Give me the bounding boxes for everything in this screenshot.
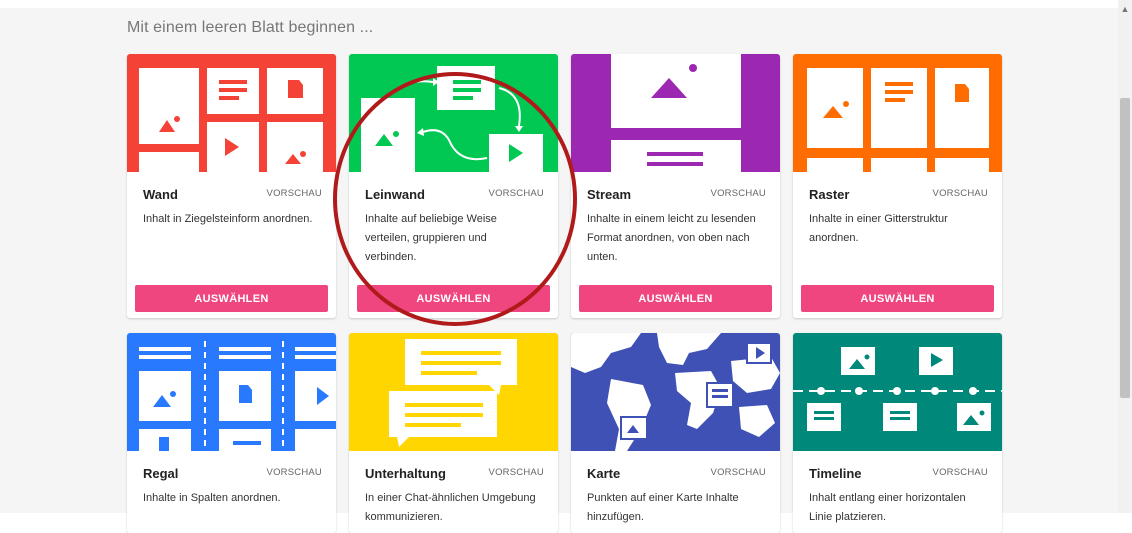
card-stream[interactable]: Stream VORSCHAU Inhalte in einem leicht … — [571, 54, 780, 318]
select-button-raster[interactable]: AUSWÄHLEN — [801, 285, 994, 312]
card-title: Unterhaltung — [365, 466, 446, 481]
card-description: Inhalt in Ziegelsteinform anordnen. — [143, 213, 313, 225]
card-title: Wand — [143, 187, 178, 202]
preview-link[interactable]: VORSCHAU — [267, 188, 322, 199]
card-regal[interactable]: Regal VORSCHAU Inhalte in Spalten anordn… — [127, 333, 336, 533]
map-layout-icon — [571, 333, 780, 451]
scrollbar-thumb[interactable] — [1120, 98, 1130, 398]
chat-layout-icon — [349, 333, 558, 451]
card-unterhaltung[interactable]: Unterhaltung VORSCHAU In einer Chat-ähnl… — [349, 333, 558, 533]
card-description: Inhalte in einem leicht zu lesenden Form… — [587, 213, 756, 263]
card-karte[interactable]: Karte VORSCHAU Punkten auf einer Karte I… — [571, 333, 780, 533]
card-raster[interactable]: Raster VORSCHAU Inhalte in einer Gitters… — [793, 54, 1002, 318]
card-title: Raster — [809, 187, 850, 202]
card-description: Punkten auf einer Karte Inhalte hinzufüg… — [587, 492, 739, 523]
section-heading: Mit einem leeren Blatt beginnen ... — [127, 19, 374, 36]
card-description: In einer Chat-ähnlichen Umgebung kommuni… — [365, 492, 536, 523]
preview-link[interactable]: VORSCHAU — [711, 188, 766, 199]
card-description: Inhalte in einer Gitterstruktur anordnen… — [809, 213, 948, 244]
preview-link[interactable]: VORSCHAU — [489, 467, 544, 478]
card-description: Inhalte auf beliebige Weise verteilen, g… — [365, 213, 497, 263]
scroll-up-arrow-icon[interactable]: ▲ — [1118, 4, 1132, 14]
select-button-stream[interactable]: AUSWÄHLEN — [579, 285, 772, 312]
scrollbar[interactable]: ▲ — [1118, 0, 1132, 513]
preview-link[interactable]: VORSCHAU — [489, 188, 544, 199]
preview-link[interactable]: VORSCHAU — [267, 467, 322, 478]
canvas-layout-icon — [349, 54, 558, 172]
preview-link[interactable]: VORSCHAU — [711, 467, 766, 478]
card-title: Karte — [587, 466, 621, 481]
stream-layout-icon — [571, 54, 780, 172]
card-title: Timeline — [809, 466, 862, 481]
top-strip — [0, 0, 1118, 8]
select-button-wand[interactable]: AUSWÄHLEN — [135, 285, 328, 312]
card-timeline[interactable]: Timeline VORSCHAU Inhalt entlang einer h… — [793, 333, 1002, 533]
card-title: Regal — [143, 466, 179, 481]
wall-layout-icon — [127, 54, 336, 172]
grid-layout-icon — [793, 54, 1002, 172]
shelf-layout-icon — [127, 333, 336, 451]
card-description: Inhalte in Spalten anordnen. — [143, 492, 281, 504]
card-title: Stream — [587, 187, 632, 202]
preview-link[interactable]: VORSCHAU — [933, 467, 988, 478]
select-button-leinwand[interactable]: AUSWÄHLEN — [357, 285, 550, 312]
timeline-layout-icon — [793, 333, 1002, 451]
card-description: Inhalt entlang einer horizontalen Linie … — [809, 492, 966, 523]
card-wand[interactable]: Wand VORSCHAU Inhalt in Ziegelsteinform … — [127, 54, 336, 318]
card-leinwand[interactable]: Leinwand VORSCHAU Inhalte auf beliebige … — [349, 54, 558, 318]
preview-link[interactable]: VORSCHAU — [933, 188, 988, 199]
card-title: Leinwand — [365, 187, 425, 202]
